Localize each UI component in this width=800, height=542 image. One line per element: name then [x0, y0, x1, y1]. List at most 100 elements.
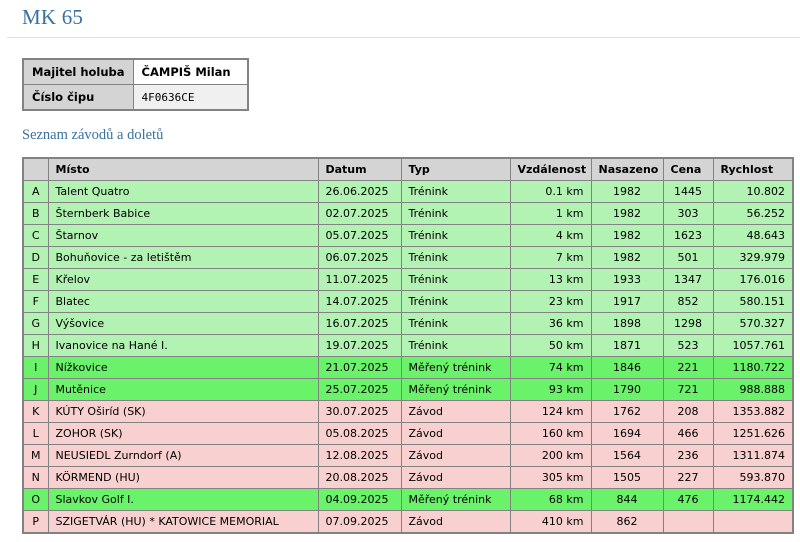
- page-container: MK 65 Majitel holubaČAMPIŠ MilanČíslo či…: [0, 0, 800, 542]
- cell-cena: 227: [663, 467, 713, 489]
- cell-misto: Bohuňovice - za letištěm: [48, 247, 318, 269]
- cell-rychlost: 10.802: [713, 181, 793, 203]
- cell-nasazeno: 1564: [591, 445, 663, 467]
- cell-misto: Výšovice: [48, 313, 318, 335]
- cell-typ: Trénink: [401, 181, 510, 203]
- cell-cena: 1347: [663, 269, 713, 291]
- cell-nasazeno: 844: [591, 489, 663, 511]
- cell-letter: G: [23, 313, 48, 335]
- cell-misto: Slavkov Golf I.: [48, 489, 318, 511]
- cell-misto: ZOHOR (SK): [48, 423, 318, 445]
- cell-typ: Trénink: [401, 247, 510, 269]
- cell-letter: C: [23, 225, 48, 247]
- column-header-typ: Typ: [401, 158, 510, 181]
- column-header-letter: [23, 158, 48, 181]
- cell-typ: Měřený trénink: [401, 489, 510, 511]
- column-header-nasazeno: Nasazeno: [591, 158, 663, 181]
- cell-letter: D: [23, 247, 48, 269]
- cell-letter: O: [23, 489, 48, 511]
- cell-rychlost: 1311.874: [713, 445, 793, 467]
- cell-letter: A: [23, 181, 48, 203]
- table-row: JMutěnice25.07.2025Měřený trénink93 km17…: [23, 379, 793, 401]
- owner-row: Majitel holubaČAMPIŠ Milan: [23, 59, 248, 85]
- cell-letter: H: [23, 335, 48, 357]
- cell-vzdalenost: 7 km: [510, 247, 591, 269]
- races-table: MístoDatumTypVzdálenostNasazenoCenaRychl…: [22, 157, 794, 534]
- table-row: KKÚTY Oširíd (SK)30.07.2025Závod124 km17…: [23, 401, 793, 423]
- cell-datum: 05.08.2025: [318, 423, 401, 445]
- cell-typ: Závod: [401, 467, 510, 489]
- cell-typ: Měřený trénink: [401, 357, 510, 379]
- cell-misto: Blatec: [48, 291, 318, 313]
- cell-vzdalenost: 68 km: [510, 489, 591, 511]
- cell-nasazeno: 1505: [591, 467, 663, 489]
- cell-datum: 30.07.2025: [318, 401, 401, 423]
- cell-nasazeno: 1982: [591, 247, 663, 269]
- cell-rychlost: 580.151: [713, 291, 793, 313]
- cell-cena: 1298: [663, 313, 713, 335]
- cell-nasazeno: 862: [591, 511, 663, 534]
- cell-datum: 21.07.2025: [318, 357, 401, 379]
- cell-vzdalenost: 0.1 km: [510, 181, 591, 203]
- owner-label: Majitel holuba: [23, 59, 133, 85]
- cell-cena: 1623: [663, 225, 713, 247]
- cell-datum: 16.07.2025: [318, 313, 401, 335]
- cell-datum: 20.08.2025: [318, 467, 401, 489]
- cell-letter: E: [23, 269, 48, 291]
- cell-cena: 1445: [663, 181, 713, 203]
- cell-typ: Trénink: [401, 269, 510, 291]
- title-divider: [7, 37, 800, 38]
- table-row: MNEUSIEDL Zurndorf (A)12.08.2025Závod200…: [23, 445, 793, 467]
- cell-rychlost: 176.016: [713, 269, 793, 291]
- cell-typ: Trénink: [401, 313, 510, 335]
- cell-nasazeno: 1982: [591, 203, 663, 225]
- cell-rychlost: 570.327: [713, 313, 793, 335]
- cell-nasazeno: 1982: [591, 225, 663, 247]
- cell-vzdalenost: 200 km: [510, 445, 591, 467]
- table-row: NKÖRMEND (HU)20.08.2025Závod305 km150522…: [23, 467, 793, 489]
- owner-row: Číslo čipu4F0636CE: [23, 85, 248, 111]
- cell-vzdalenost: 305 km: [510, 467, 591, 489]
- cell-cena: 221: [663, 357, 713, 379]
- cell-typ: Trénink: [401, 335, 510, 357]
- cell-typ: Závod: [401, 445, 510, 467]
- cell-letter: K: [23, 401, 48, 423]
- cell-letter: F: [23, 291, 48, 313]
- cell-cena: 236: [663, 445, 713, 467]
- cell-letter: L: [23, 423, 48, 445]
- cell-nasazeno: 1917: [591, 291, 663, 313]
- cell-vzdalenost: 4 km: [510, 225, 591, 247]
- cell-rychlost: 988.888: [713, 379, 793, 401]
- cell-datum: 12.08.2025: [318, 445, 401, 467]
- cell-vzdalenost: 93 km: [510, 379, 591, 401]
- cell-vzdalenost: 36 km: [510, 313, 591, 335]
- page-title: MK 65: [22, 5, 790, 30]
- table-row: OSlavkov Golf I.04.09.2025Měřený trénink…: [23, 489, 793, 511]
- cell-datum: 07.09.2025: [318, 511, 401, 534]
- cell-vzdalenost: 124 km: [510, 401, 591, 423]
- column-header-rychlost: Rychlost: [713, 158, 793, 181]
- cell-misto: KÚTY Oširíd (SK): [48, 401, 318, 423]
- cell-datum: 25.07.2025: [318, 379, 401, 401]
- cell-rychlost: [713, 511, 793, 534]
- cell-cena: 466: [663, 423, 713, 445]
- table-row: DBohuňovice - za letištěm06.07.2025Tréni…: [23, 247, 793, 269]
- owner-info-table: Majitel holubaČAMPIŠ MilanČíslo čipu4F06…: [22, 58, 249, 111]
- cell-nasazeno: 1762: [591, 401, 663, 423]
- cell-typ: Trénink: [401, 225, 510, 247]
- section-heading: Seznam závodů a doletů: [22, 127, 790, 144]
- column-header-misto: Místo: [48, 158, 318, 181]
- cell-typ: Závod: [401, 511, 510, 534]
- cell-nasazeno: 1871: [591, 335, 663, 357]
- table-row: BŠternberk Babice02.07.2025Trénink1 km19…: [23, 203, 793, 225]
- cell-letter: J: [23, 379, 48, 401]
- table-row: FBlatec14.07.2025Trénink23 km1917852580.…: [23, 291, 793, 313]
- cell-rychlost: 1174.442: [713, 489, 793, 511]
- cell-vzdalenost: 23 km: [510, 291, 591, 313]
- cell-misto: Štarnov: [48, 225, 318, 247]
- cell-rychlost: 1251.626: [713, 423, 793, 445]
- cell-datum: 26.06.2025: [318, 181, 401, 203]
- cell-datum: 02.07.2025: [318, 203, 401, 225]
- table-row: HIvanovice na Hané I.19.07.2025Trénink50…: [23, 335, 793, 357]
- cell-nasazeno: 1982: [591, 181, 663, 203]
